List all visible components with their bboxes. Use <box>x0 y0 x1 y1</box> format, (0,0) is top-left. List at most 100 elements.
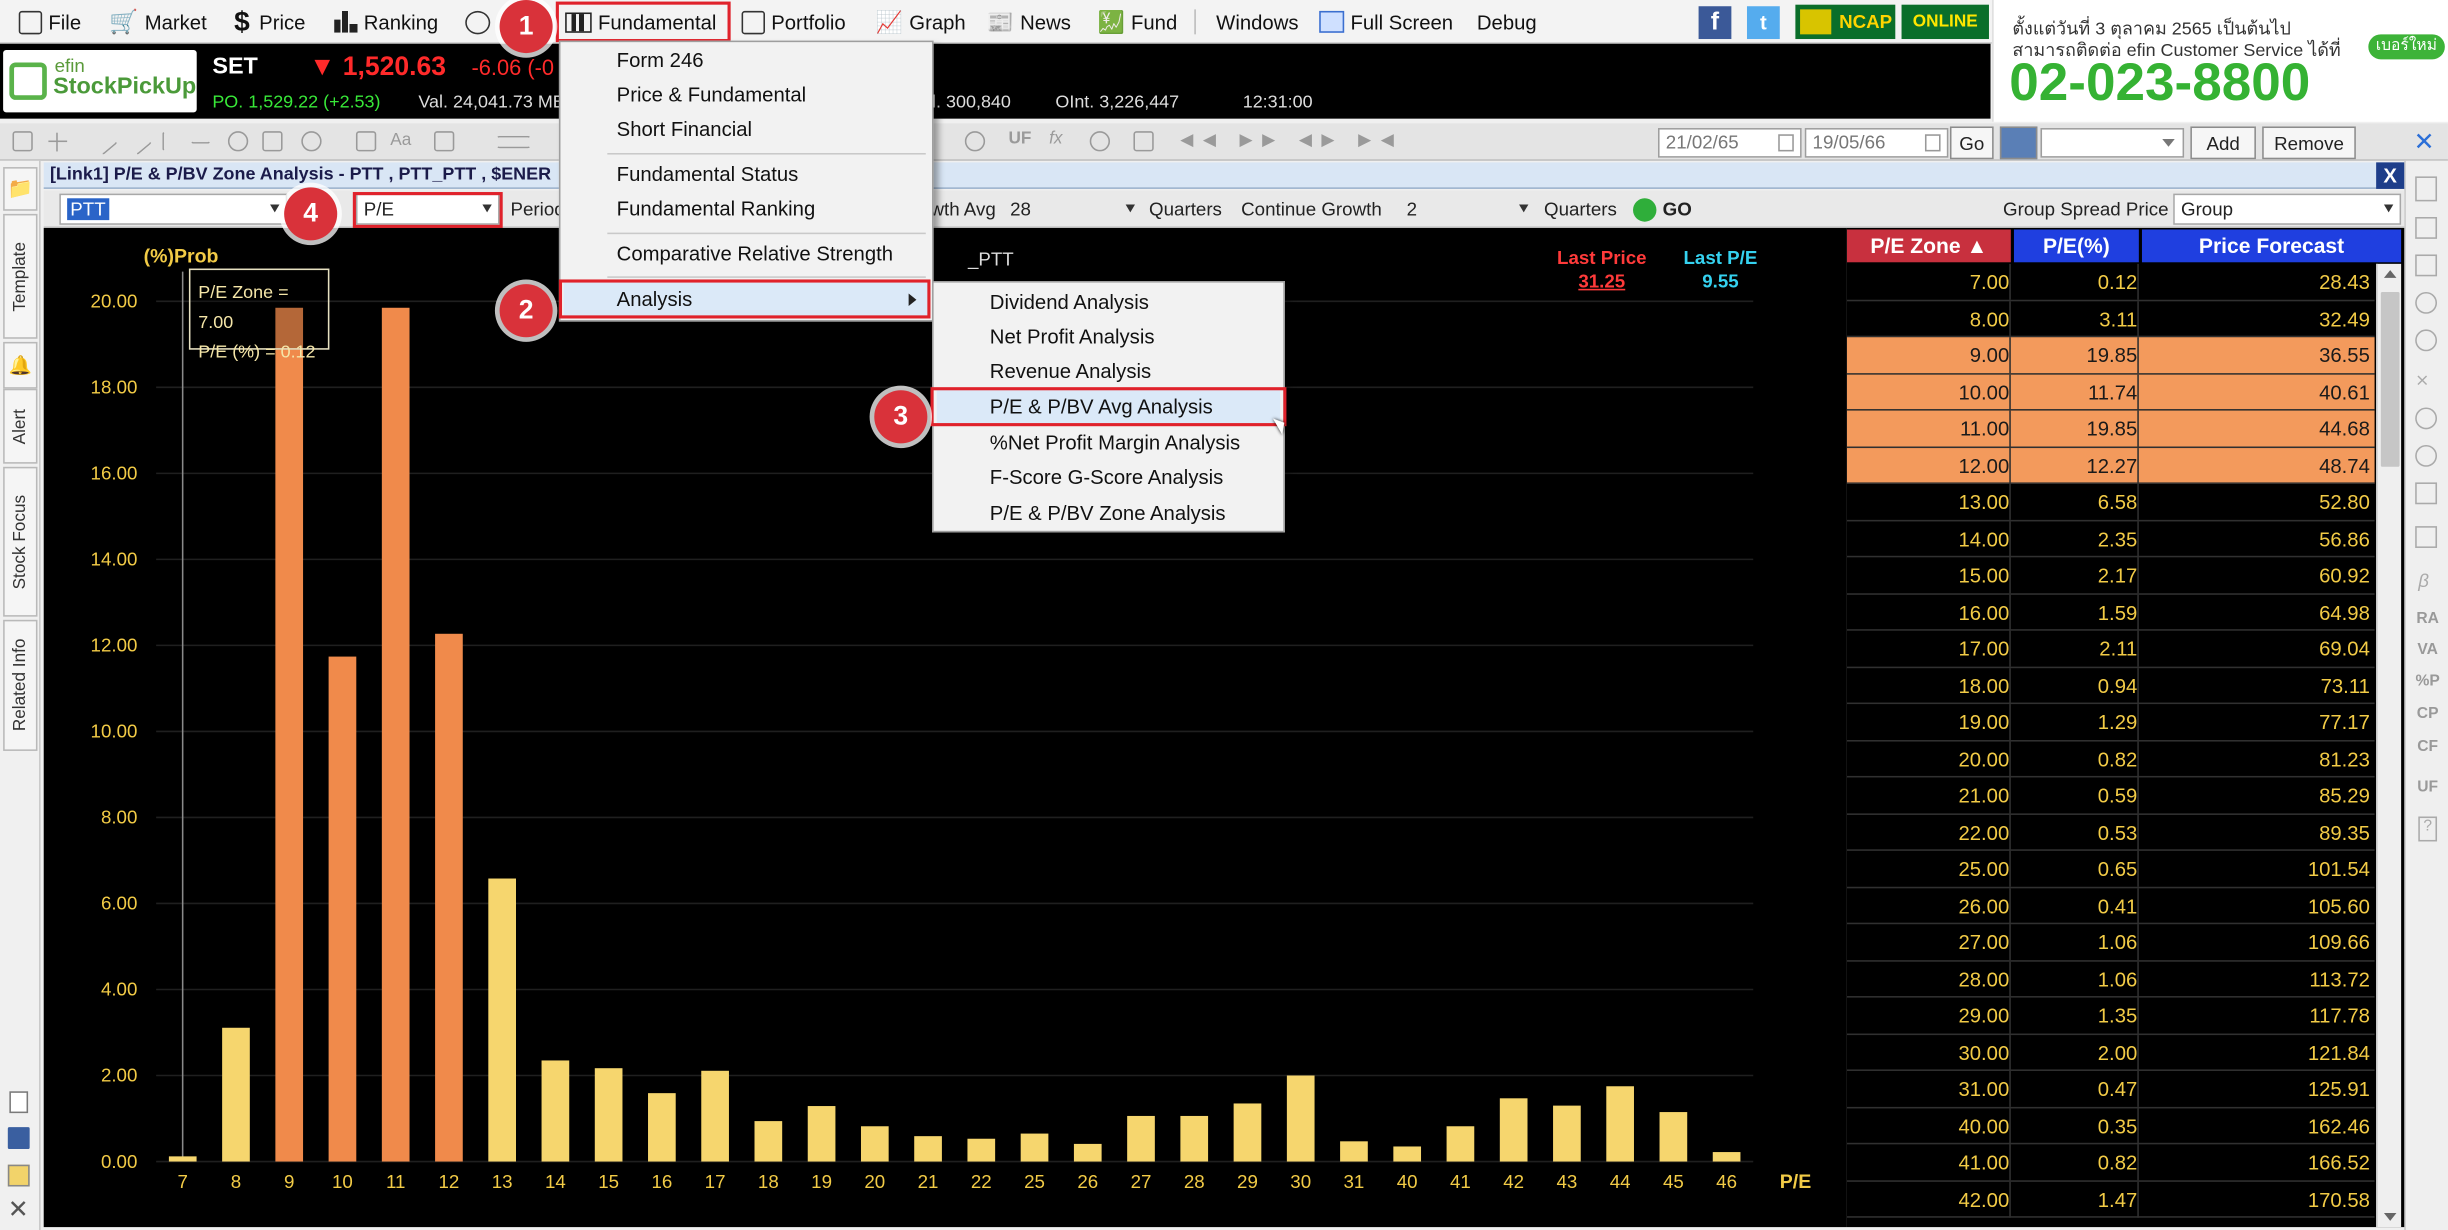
uf-tool[interactable]: UF <box>1009 130 1032 149</box>
scroll-down-icon[interactable] <box>2383 1213 2397 1221</box>
table-row[interactable]: 18.00 0.94 73.11 <box>1846 667 2375 705</box>
menu-portfolio[interactable]: Portfolio <box>741 6 846 37</box>
menu-item-form-246[interactable]: Form 246 <box>564 44 704 78</box>
menu-item-fscore-gscore-analysis[interactable]: F-Score G-Score Analysis <box>937 461 1223 495</box>
menu-item-short-financial[interactable]: Short Financial <box>564 112 752 146</box>
bar-22[interactable] <box>967 1138 996 1162</box>
bar-25[interactable] <box>1020 1133 1049 1162</box>
table-row[interactable]: 7.00 0.12 28.43 <box>1846 263 2375 301</box>
new-doc-icon[interactable] <box>9 1091 29 1114</box>
date-to-input[interactable]: 19/05/66 <box>1804 128 1949 158</box>
cp-button[interactable]: CP <box>2412 706 2443 723</box>
menu-item-price-fundamental[interactable]: Price & Fundamental <box>564 78 807 112</box>
table-row[interactable]: 20.00 0.82 81.23 <box>1846 740 2375 778</box>
table-row[interactable]: 25.00 0.65 101.54 <box>1846 850 2375 888</box>
table-row[interactable]: 30.00 2.00 121.84 <box>1846 1034 2375 1071</box>
text-tool-icon[interactable]: Aa <box>390 131 411 150</box>
bar-29[interactable] <box>1233 1103 1262 1162</box>
rect-tool-icon[interactable] <box>262 131 283 152</box>
table-scrollbar[interactable] <box>2376 263 2402 1228</box>
menu-market[interactable]: 🛒 Market <box>109 6 206 37</box>
alert-bell-icon[interactable]: 🔔 <box>3 341 38 389</box>
table-row[interactable]: 26.00 0.41 105.60 <box>1846 887 2375 925</box>
table-row[interactable]: 31.00 0.47 125.91 <box>1846 1070 2375 1108</box>
axis-icon[interactable]: ⨯ <box>2415 370 2429 391</box>
twitter-icon[interactable]: t <box>1746 6 1780 40</box>
va-button[interactable]: VA <box>2412 642 2443 659</box>
facebook-icon[interactable]: f <box>1698 6 1732 40</box>
zoom-out-icon[interactable] <box>2415 329 2438 352</box>
bar-41[interactable] <box>1446 1126 1475 1162</box>
table-row[interactable]: 10.00 11.74 40.61 <box>1846 373 2375 411</box>
page-icon[interactable] <box>2415 176 2438 202</box>
bar-13[interactable] <box>488 878 517 1162</box>
menu-price[interactable]: $ Price <box>231 5 305 37</box>
trendline-tool-icon[interactable] <box>89 126 119 156</box>
bar-18[interactable] <box>754 1121 783 1162</box>
hline-tool-icon[interactable] <box>190 131 211 144</box>
line-style-icon[interactable] <box>496 135 531 149</box>
bar-42[interactable] <box>1499 1098 1528 1162</box>
percent-p-button[interactable]: %P <box>2412 673 2443 690</box>
beta-icon[interactable]: β <box>2418 570 2429 592</box>
menu-item-pe-pbv-zone-analysis[interactable]: P/E & P/BV Zone Analysis <box>937 496 1226 530</box>
calc-tool-icon[interactable] <box>1133 131 1154 152</box>
bar-45[interactable] <box>1659 1112 1688 1162</box>
tab-related-info[interactable]: Related Info <box>3 619 38 751</box>
table-row[interactable]: 22.00 0.53 89.35 <box>1846 814 2375 851</box>
table-icon[interactable] <box>2415 254 2438 277</box>
fib-tool-icon[interactable] <box>434 131 455 152</box>
menu-item-fundamental-ranking[interactable]: Fundamental Ranking <box>564 192 816 226</box>
bar-15[interactable] <box>594 1068 623 1162</box>
copy-icon[interactable] <box>2415 217 2438 239</box>
menu-ranking[interactable]: Ranking <box>334 6 438 37</box>
bar-40[interactable] <box>1393 1146 1422 1162</box>
bar-14[interactable] <box>541 1060 570 1162</box>
scroll-thumb[interactable] <box>2380 291 2400 467</box>
menu-item-revenue-analysis[interactable]: Revenue Analysis <box>937 354 1151 388</box>
bar-46[interactable] <box>1712 1152 1741 1162</box>
menu-item-dividend-analysis[interactable]: Dividend Analysis <box>937 286 1149 320</box>
table-row[interactable]: 12.00 12.27 48.74 <box>1846 447 2375 484</box>
bar-20[interactable] <box>860 1126 889 1162</box>
menu-news[interactable]: 📰 News <box>987 6 1071 37</box>
header-pe-pct[interactable]: P/E(%) <box>2013 229 2139 263</box>
table-row[interactable]: 28.00 1.06 113.72 <box>1846 960 2375 998</box>
table-row[interactable]: 29.00 1.35 117.78 <box>1846 997 2375 1035</box>
shape-tool-icon[interactable] <box>301 131 322 152</box>
menu-full-screen[interactable]: Full Screen <box>1319 6 1453 37</box>
table-row[interactable]: 16.00 1.59 64.98 <box>1846 594 2375 631</box>
bar-8[interactable] <box>222 1027 250 1162</box>
bar-17[interactable] <box>701 1070 729 1162</box>
cf-button[interactable]: CF <box>2412 738 2443 755</box>
close-icon[interactable]: ✕ <box>8 1194 29 1225</box>
layout-icon[interactable] <box>1999 126 2038 160</box>
menu-analysis-icon-item[interactable] <box>465 6 491 37</box>
date-from-input[interactable]: 21/02/65 <box>1657 128 1802 158</box>
pointer-tool-icon[interactable] <box>12 131 33 152</box>
grid-icon[interactable] <box>2415 526 2438 548</box>
table-row[interactable]: 13.00 6.58 52.80 <box>1846 483 2375 521</box>
header-price-forecast[interactable]: Price Forecast <box>2141 229 2402 263</box>
bar-28[interactable] <box>1180 1115 1209 1162</box>
search-icon[interactable] <box>2415 407 2438 430</box>
symbol-list-combo[interactable] <box>2040 128 2185 158</box>
bar-12[interactable] <box>435 633 463 1162</box>
settings-icon[interactable] <box>7 1164 30 1187</box>
user-tool-icon[interactable] <box>1089 131 1111 152</box>
refresh-tool-icon[interactable] <box>964 131 986 152</box>
bar-31[interactable] <box>1340 1141 1368 1162</box>
growth-avg-combo[interactable]: 28 <box>1002 194 1143 225</box>
bar-10[interactable] <box>328 656 357 1162</box>
folder-icon[interactable]: 📁 <box>3 167 38 211</box>
bar-26[interactable] <box>1073 1143 1102 1162</box>
service-banner[interactable]: ตั้งแต่วันที่ 3 ตุลาคม 2565 เป็นต้นไป สา… <box>1992 0 2448 122</box>
bar-21[interactable] <box>914 1136 942 1162</box>
bar-7[interactable] <box>168 1156 197 1162</box>
close-panel-icon[interactable]: ✕ <box>2414 126 2435 157</box>
menu-file[interactable]: File <box>18 6 81 37</box>
scroll-up-icon[interactable] <box>2383 270 2397 278</box>
bar-27[interactable] <box>1127 1115 1155 1162</box>
tab-alert[interactable]: Alert <box>3 388 38 464</box>
bar-11[interactable] <box>381 307 410 1162</box>
